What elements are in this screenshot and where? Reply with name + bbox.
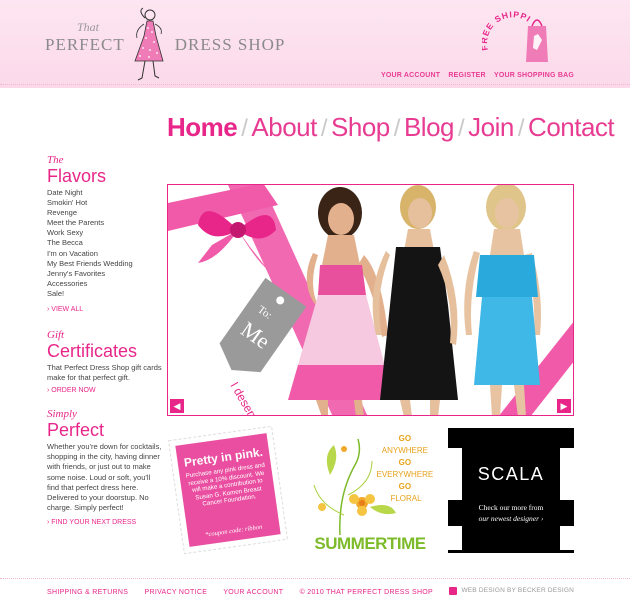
flavor-item[interactable]: Jenny's Favorites: [47, 269, 162, 279]
free-shipping-badge[interactable]: FREE SHIPPING: [482, 10, 554, 72]
flavor-item[interactable]: My Best Friends Wedding: [47, 259, 162, 269]
summertime-promo[interactable]: GO ANYWHERE GO EVERYWHERE GO FLORAL SUMM…: [300, 425, 440, 557]
gift-section: Gift Certificates That Perfect Dress Sho…: [47, 330, 162, 395]
top-nav: YOUR ACCOUNT REGISTER YOUR SHOPPING BAG: [375, 72, 574, 79]
register-link[interactable]: REGISTER: [448, 72, 485, 79]
nav-separator: /: [241, 115, 248, 142]
summer-line: GO: [399, 458, 411, 467]
flavor-item[interactable]: I'm on Vacation: [47, 249, 162, 259]
header: That PERFECT DRESS SHOP FREE SHIPPING: [0, 0, 630, 88]
model-black: [372, 185, 458, 415]
tagline: I deserve it.: [227, 380, 270, 417]
gift-text: That Perfect Dress Shop gift cards make …: [47, 363, 162, 383]
flavor-item[interactable]: Work Sexy: [47, 228, 162, 238]
find-dress-link[interactable]: › FIND YOUR NEXT DRESS: [47, 518, 162, 527]
logo[interactable]: That PERFECT DRESS SHOP: [45, 7, 286, 81]
stamp-card: Pretty in pink. Purchase any pink dress …: [168, 425, 288, 555]
copyright: © 2010 THAT PERFECT DRESS SHOP: [299, 589, 434, 596]
scala-promo[interactable]: SCALA Check our more from our newest des…: [448, 428, 574, 553]
flavors-list: Date Night Smokin' Hot Revenge Meet the …: [47, 188, 162, 299]
scala-title: SCALA: [478, 464, 545, 484]
nav-separator: /: [320, 115, 328, 142]
logo-right: DRESS SHOP: [174, 35, 286, 54]
header-divider: [0, 84, 630, 86]
model-blue: [464, 185, 541, 415]
hero-prev-button[interactable]: ◀: [170, 399, 184, 413]
gift-pre: Gift: [47, 329, 65, 342]
flower-icon: [349, 494, 375, 516]
pretty-in-pink-promo[interactable]: Pretty in pink. Purchase any pink dress …: [168, 425, 288, 555]
flavors-title: Flavors: [47, 166, 107, 186]
footer-account-link[interactable]: YOUR ACCOUNT: [223, 589, 283, 596]
floral-art: GO ANYWHERE GO EVERYWHERE GO FLORAL SUMM…: [313, 434, 436, 553]
nav-separator: /: [458, 115, 465, 142]
free-shipping-text: FREE SHIPPING: [482, 10, 532, 51]
privacy-notice-link[interactable]: PRIVACY NOTICE: [145, 589, 208, 596]
shopping-bag-link[interactable]: YOUR SHOPPING BAG: [494, 72, 574, 79]
flavors-section: The Flavors Date Night Smokin' Hot Reven…: [47, 155, 162, 314]
scala-line1: Check our more from: [479, 503, 544, 512]
simply-pre: Simply: [47, 408, 77, 421]
flavor-item[interactable]: The Becca: [47, 238, 162, 248]
flavor-item[interactable]: Accessories: [47, 279, 162, 289]
flavor-item[interactable]: Date Night: [47, 188, 162, 198]
simply-title: Perfect: [47, 420, 105, 441]
web-design-credit[interactable]: WEB DESIGN BY BECKER DESIGN: [461, 587, 574, 594]
dress-figure-icon: [134, 7, 164, 81]
shipping-returns-link[interactable]: SHIPPING & RETURNS: [47, 589, 128, 596]
gift-title: Certificates: [47, 341, 138, 362]
scala-art: SCALA Check our more from our newest des…: [448, 428, 574, 553]
nav-separator: /: [393, 115, 401, 142]
nav-home[interactable]: Home: [167, 112, 238, 143]
flavor-item[interactable]: Revenge: [47, 208, 162, 218]
summer-line: FLORAL: [390, 494, 422, 503]
simply-text: Whether you're down for cocktails, shopp…: [47, 442, 162, 512]
main-nav: Home / About / Shop / Blog / Join / Cont…: [167, 112, 615, 148]
svg-text:FREE SHIPPING: FREE SHIPPING: [482, 10, 533, 51]
summer-line: GO: [399, 482, 411, 491]
view-all-link[interactable]: › VIEW ALL: [47, 305, 162, 314]
summer-line: ANYWHERE: [382, 446, 428, 455]
hero-next-button[interactable]: ▶: [557, 399, 571, 413]
hero-banner[interactable]: To: Me I deserve it. ◀ ▶: [167, 184, 574, 416]
summer-line: GO: [399, 434, 411, 443]
flavor-item[interactable]: Smokin' Hot: [47, 198, 162, 208]
flavor-item[interactable]: Sale!: [47, 289, 162, 299]
nav-separator: /: [517, 115, 525, 142]
nav-shop[interactable]: Shop: [331, 112, 390, 143]
simply-section: Simply Perfect Whether you're down for c…: [47, 409, 162, 527]
order-now-link[interactable]: › ORDER NOW: [47, 386, 162, 395]
summertime-title: SUMMERTIME: [314, 534, 425, 553]
rss-icon[interactable]: [449, 587, 458, 595]
nav-about[interactable]: About: [251, 112, 317, 143]
nav-join[interactable]: Join: [468, 112, 514, 143]
logo-that: That: [77, 20, 100, 34]
summer-line: EVERYWHERE: [377, 470, 434, 479]
nav-contact[interactable]: Contact: [528, 112, 615, 143]
footer: SHIPPING & RETURNS PRIVACY NOTICE YOUR A…: [47, 587, 471, 596]
hero-image: To: Me I deserve it.: [168, 185, 573, 417]
flavor-item[interactable]: Meet the Parents: [47, 218, 162, 228]
svg-text:GO ANYWHERE GO: GO ANYWHERE GO EVERYWHERE GO FLORAL: [377, 434, 436, 503]
scala-line2: our newest designer ›: [479, 514, 544, 523]
your-account-link[interactable]: YOUR ACCOUNT: [381, 72, 440, 79]
flavors-pre: The: [47, 154, 64, 166]
nav-blog[interactable]: Blog: [404, 112, 455, 143]
footer-divider: [0, 578, 630, 579]
logo-left: PERFECT: [45, 35, 125, 54]
sidebar: The Flavors Date Night Smokin' Hot Reven…: [47, 155, 162, 527]
